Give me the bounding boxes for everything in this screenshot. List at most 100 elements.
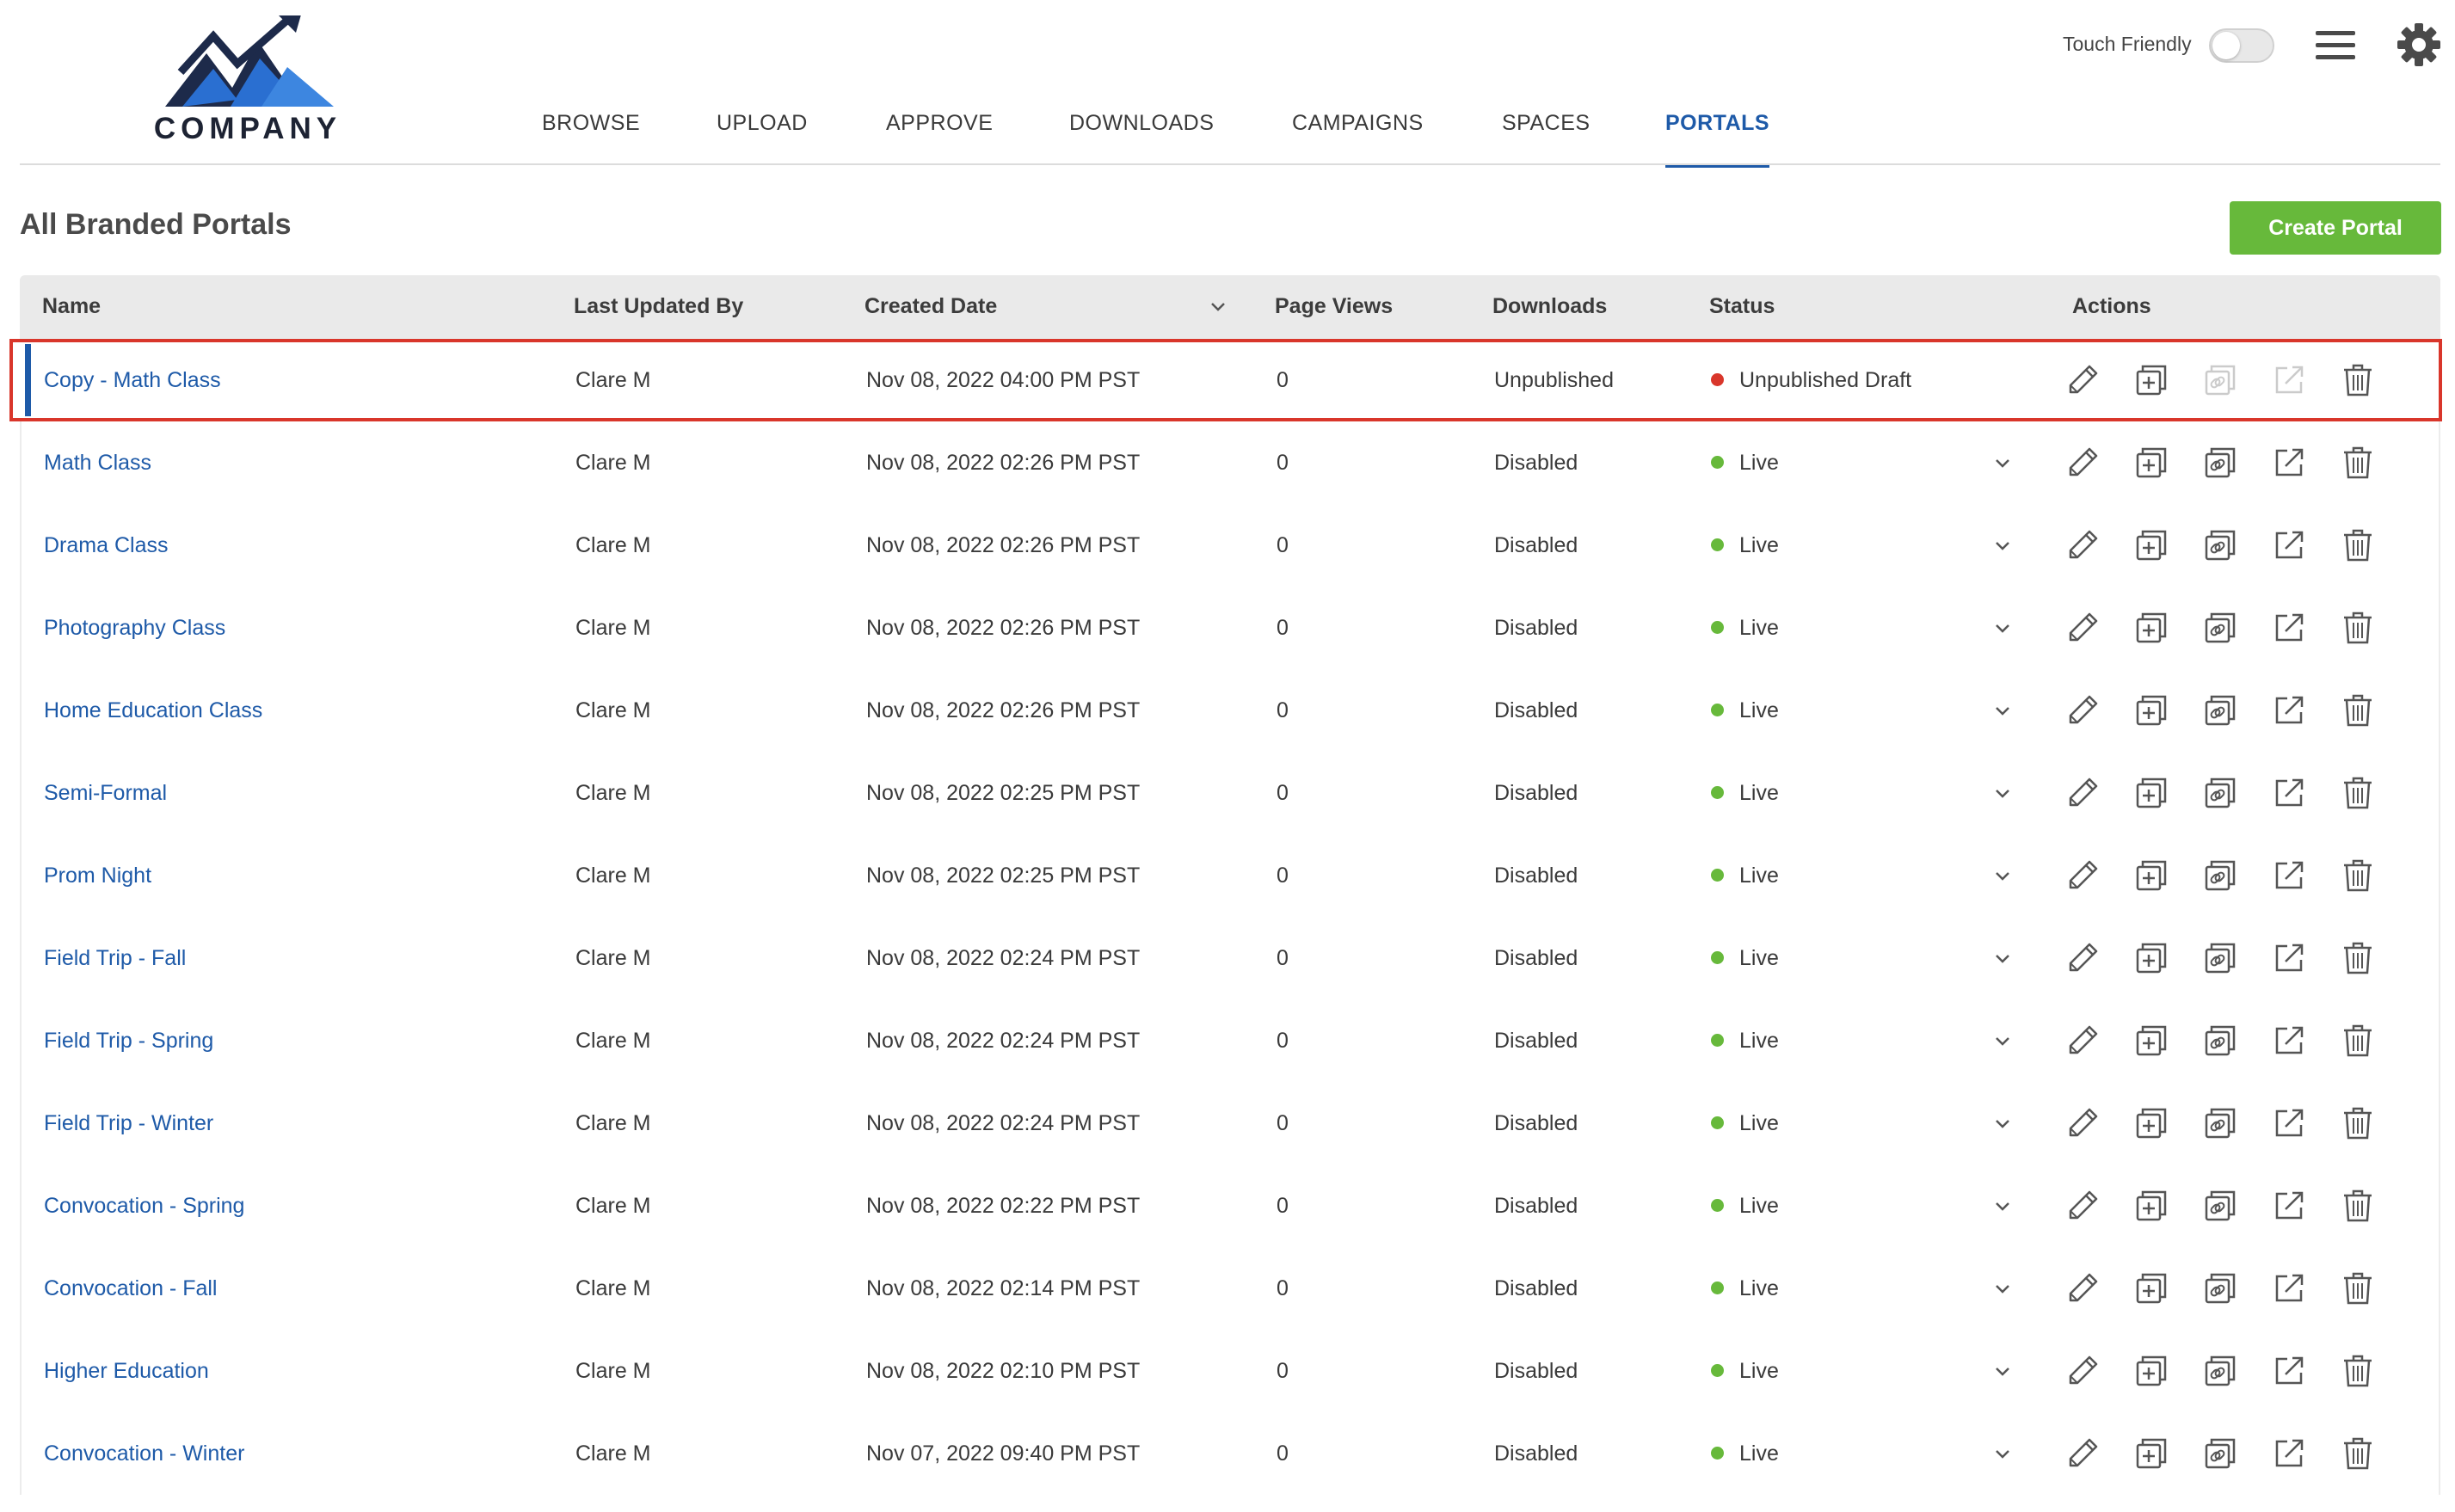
col-last-updated-by[interactable]: Last Updated By (574, 294, 743, 319)
chevron-down-icon[interactable] (1992, 1113, 2013, 1134)
table-row[interactable]: Higher Education Clare M Nov 08, 2022 02:1… (20, 1330, 2440, 1412)
chevron-down-icon[interactable] (1992, 1030, 2013, 1051)
chevron-down-icon[interactable] (1992, 618, 2013, 638)
duplicate-icon[interactable] (2131, 1020, 2172, 1061)
edit-pencil-icon[interactable] (2062, 607, 2103, 648)
table-row[interactable]: Convocation - Winter Clare M Nov 07, 2022 … (20, 1412, 2440, 1495)
col-status[interactable]: Status (1709, 294, 1775, 319)
edit-pencil-icon[interactable] (2062, 1433, 2103, 1474)
nav-campaigns[interactable]: CAMPAIGNS (1292, 108, 1424, 163)
edit-pencil-icon[interactable] (2062, 855, 2103, 896)
col-created-date[interactable]: Created Date (864, 294, 997, 319)
table-row[interactable]: Photography Class Clare M Nov 08, 2022 02:… (20, 587, 2440, 669)
open-external-icon[interactable] (2268, 772, 2310, 814)
col-page-views[interactable]: Page Views (1275, 294, 1393, 319)
portal-name-link[interactable]: Convocation - Winter (44, 1412, 244, 1495)
portal-name-link[interactable]: Home Education Class (44, 669, 262, 752)
nav-browse[interactable]: BROWSE (542, 108, 640, 163)
chevron-down-icon[interactable] (1992, 452, 2013, 473)
nav-spaces[interactable]: SPACES (1502, 108, 1591, 163)
chevron-down-icon[interactable] (1992, 1195, 2013, 1216)
delete-trash-icon[interactable] (2337, 360, 2378, 401)
delete-trash-icon[interactable] (2337, 855, 2378, 896)
open-external-icon[interactable] (2268, 442, 2310, 483)
duplicate-icon[interactable] (2131, 1350, 2172, 1392)
edit-pencil-icon[interactable] (2062, 1103, 2103, 1144)
open-external-icon[interactable] (2268, 607, 2310, 648)
delete-trash-icon[interactable] (2337, 937, 2378, 979)
chevron-down-icon[interactable] (1992, 1443, 2013, 1464)
edit-pencil-icon[interactable] (2062, 1268, 2103, 1309)
copy-link-icon[interactable] (2200, 1350, 2241, 1392)
open-external-icon[interactable] (2268, 525, 2310, 566)
open-external-icon[interactable] (2268, 1020, 2310, 1061)
duplicate-icon[interactable] (2131, 855, 2172, 896)
delete-trash-icon[interactable] (2337, 1268, 2378, 1309)
copy-link-icon[interactable] (2200, 1103, 2241, 1144)
nav-downloads[interactable]: DOWNLOADS (1069, 108, 1214, 163)
edit-pencil-icon[interactable] (2062, 772, 2103, 814)
delete-trash-icon[interactable] (2337, 607, 2378, 648)
open-external-icon[interactable] (2268, 690, 2310, 731)
copy-link-icon[interactable] (2200, 937, 2241, 979)
gear-icon[interactable] (2397, 22, 2441, 67)
copy-link-icon[interactable] (2200, 772, 2241, 814)
nav-upload[interactable]: UPLOAD (717, 108, 808, 163)
delete-trash-icon[interactable] (2337, 442, 2378, 483)
table-row[interactable]: Copy - Math Class Clare M Nov 08, 2022 04:… (9, 339, 2442, 421)
table-row[interactable]: Math Class Clare M Nov 08, 2022 02:26 PM P… (20, 421, 2440, 504)
portal-name-link[interactable]: Convocation - Spring (44, 1165, 244, 1247)
open-external-icon[interactable] (2268, 1268, 2310, 1309)
table-row[interactable]: Convocation - Fall Clare M Nov 08, 2022 02… (20, 1247, 2440, 1330)
duplicate-icon[interactable] (2131, 442, 2172, 483)
edit-pencil-icon[interactable] (2062, 937, 2103, 979)
chevron-down-icon[interactable] (1992, 535, 2013, 556)
duplicate-icon[interactable] (2131, 1433, 2172, 1474)
edit-pencil-icon[interactable] (2062, 690, 2103, 731)
portal-name-link[interactable]: Drama Class (44, 504, 168, 587)
delete-trash-icon[interactable] (2337, 1433, 2378, 1474)
chevron-down-icon[interactable] (1992, 1278, 2013, 1299)
nav-portals[interactable]: PORTALS (1665, 108, 1770, 168)
touch-friendly-toggle[interactable] (2209, 28, 2274, 63)
portal-name-link[interactable]: Field Trip - Fall (44, 917, 186, 999)
delete-trash-icon[interactable] (2337, 1020, 2378, 1061)
portal-name-link[interactable]: Convocation - Fall (44, 1247, 217, 1330)
duplicate-icon[interactable] (2131, 1185, 2172, 1226)
create-portal-button[interactable]: Create Portal (2230, 201, 2441, 255)
table-row[interactable]: Field Trip - Fall Clare M Nov 08, 2022 02:… (20, 917, 2440, 999)
copy-link-icon[interactable] (2200, 525, 2241, 566)
duplicate-icon[interactable] (2131, 360, 2172, 401)
portal-name-link[interactable]: Math Class (44, 421, 151, 504)
portal-name-link[interactable]: Photography Class (44, 587, 225, 669)
delete-trash-icon[interactable] (2337, 690, 2378, 731)
open-external-icon[interactable] (2268, 1350, 2310, 1392)
portal-name-link[interactable]: Field Trip - Spring (44, 999, 213, 1082)
edit-pencil-icon[interactable] (2062, 1350, 2103, 1392)
copy-link-icon[interactable] (2200, 607, 2241, 648)
copy-link-icon[interactable] (2200, 442, 2241, 483)
delete-trash-icon[interactable] (2337, 525, 2378, 566)
edit-pencil-icon[interactable] (2062, 525, 2103, 566)
delete-trash-icon[interactable] (2337, 772, 2378, 814)
portal-name-link[interactable]: Copy - Math Class (44, 339, 221, 421)
copy-link-icon[interactable] (2200, 1268, 2241, 1309)
portal-name-link[interactable]: Field Trip - Winter (44, 1082, 213, 1165)
chevron-down-icon[interactable] (1992, 865, 2013, 886)
open-external-icon[interactable] (2268, 1185, 2310, 1226)
table-row[interactable]: Field Trip - Spring Clare M Nov 08, 2022 0… (20, 999, 2440, 1082)
table-row[interactable]: Prom Night Clare M Nov 08, 2022 02:25 PM P… (20, 834, 2440, 917)
delete-trash-icon[interactable] (2337, 1350, 2378, 1392)
table-row[interactable]: Convocation - Spring Clare M Nov 08, 2022 … (20, 1165, 2440, 1247)
open-external-icon[interactable] (2268, 937, 2310, 979)
copy-link-icon[interactable] (2200, 690, 2241, 731)
copy-link-icon[interactable] (2200, 855, 2241, 896)
delete-trash-icon[interactable] (2337, 1185, 2378, 1226)
duplicate-icon[interactable] (2131, 1103, 2172, 1144)
sort-chevron-down-icon[interactable] (1209, 298, 1228, 317)
chevron-down-icon[interactable] (1992, 948, 2013, 968)
open-external-icon[interactable] (2268, 1433, 2310, 1474)
duplicate-icon[interactable] (2131, 1268, 2172, 1309)
edit-pencil-icon[interactable] (2062, 442, 2103, 483)
col-name[interactable]: Name (42, 294, 101, 319)
